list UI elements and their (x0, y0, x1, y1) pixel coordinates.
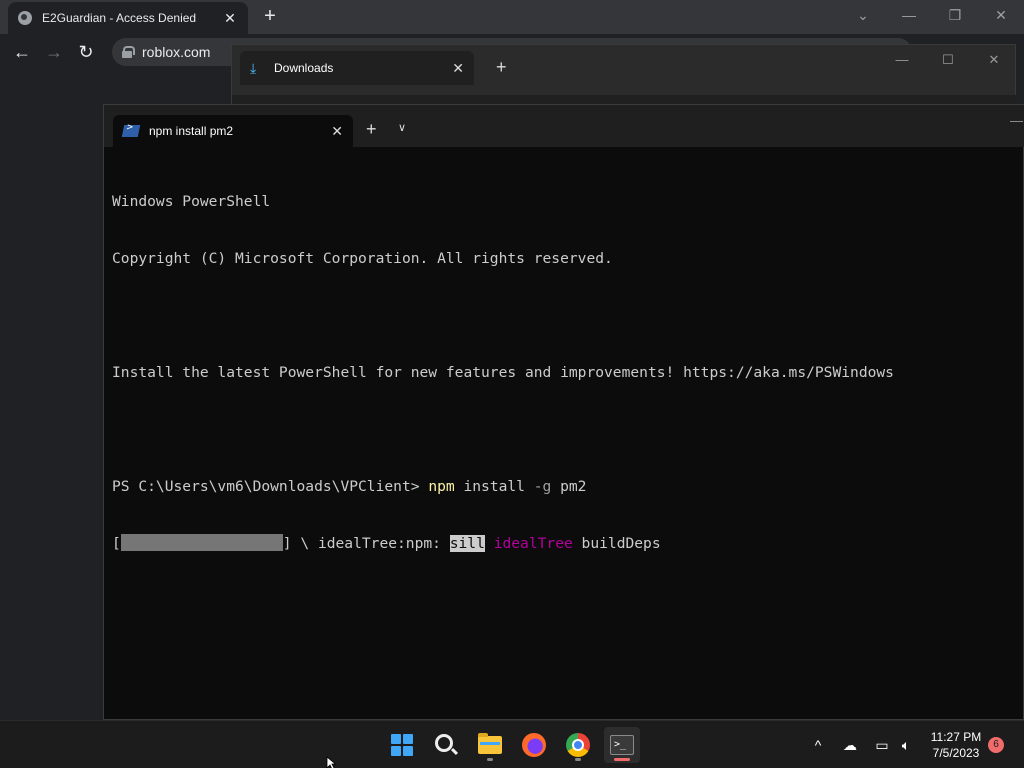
folder-icon (478, 733, 502, 754)
close-tab-icon[interactable]: ✕ (452, 60, 464, 77)
minimize-button[interactable]: — (880, 49, 924, 75)
command-name: npm (428, 478, 455, 495)
restore-button[interactable]: ❐ (932, 4, 978, 30)
volume-icon[interactable]: 🔈︎ (896, 735, 916, 755)
minimize-button[interactable]: — (1010, 113, 1023, 128)
chrome-button[interactable] (560, 727, 596, 763)
firefox-button[interactable] (516, 727, 552, 763)
reload-icon[interactable]: ↻ (74, 40, 98, 64)
command-args: install (454, 478, 534, 495)
clock-date: 7/5/2023 (932, 746, 980, 760)
command-package: pm2 (551, 478, 587, 495)
terminal-tab[interactable]: npm install pm2 ✕ (113, 115, 353, 147)
terminal-icon: >_ (610, 735, 634, 755)
close-window-button[interactable]: ✕ (978, 4, 1024, 30)
tab-search-icon[interactable]: ⌄ (840, 4, 886, 30)
progress-bar (120, 534, 283, 551)
maximize-button[interactable]: ☐ (926, 49, 970, 75)
progress-line: [ ] \ idealTree:npm: sill idealTree build… (112, 534, 1017, 553)
search-button[interactable] (428, 727, 464, 763)
lock-icon[interactable] (122, 46, 135, 58)
explorer-tab[interactable]: ⤓ Downloads ✕ (240, 51, 474, 85)
new-tab-button[interactable]: + (258, 5, 282, 29)
explorer-tab-title: Downloads (274, 61, 334, 75)
focused-indicator (614, 758, 630, 761)
output-line: Windows PowerShell (112, 193, 271, 210)
terminal-tab-strip: npm install pm2 ✕ + ∨ — (104, 105, 1024, 147)
running-indicator (487, 758, 493, 761)
firefox-icon (522, 733, 546, 757)
chevron-down-icon[interactable]: ∨ (398, 121, 406, 134)
command-flag: -g (533, 478, 552, 495)
log-task: buildDeps (572, 535, 661, 552)
cloud-offline-icon[interactable]: ☁ (840, 735, 860, 755)
chrome-tab-strip: E2Guardian - Access Denied ✕ + ⌄ — ❐ ✕ (0, 0, 1024, 34)
chevron-up-icon[interactable]: ^ (808, 735, 828, 755)
log-level: sill (449, 535, 485, 552)
running-indicator (575, 758, 581, 761)
windows-logo-icon (391, 734, 413, 756)
close-window-button[interactable]: ✕ (972, 49, 1016, 75)
chrome-tab-title: E2Guardian - Access Denied (42, 11, 197, 25)
desktop: E2Guardian - Access Denied ✕ + ⌄ — ❐ ✕ ←… (0, 0, 1024, 768)
url-text: roblox.com (142, 44, 211, 60)
chrome-tab[interactable]: E2Guardian - Access Denied ✕ (8, 2, 248, 34)
start-button[interactable] (384, 727, 420, 763)
forward-icon[interactable]: → (42, 40, 66, 64)
download-icon: ⤓ (250, 60, 257, 76)
new-tab-button[interactable]: + (366, 119, 377, 140)
close-tab-icon[interactable]: ✕ (222, 10, 238, 26)
command-line: PS C:\Users\vm6\Downloads\VPClient> npm … (112, 477, 1017, 496)
network-icon[interactable]: ▭ (872, 735, 892, 755)
prompt: PS C:\Users\vm6\Downloads\VPClient> (112, 478, 429, 495)
file-explorer-button[interactable] (472, 727, 508, 763)
terminal-output[interactable]: Windows PowerShell Copyright (C) Microso… (112, 154, 1017, 714)
log-stage: idealTree (493, 535, 573, 552)
clock-time: 11:27 PM (930, 730, 982, 744)
globe-icon (18, 11, 32, 25)
search-icon (435, 734, 453, 752)
close-tab-icon[interactable]: ✕ (331, 123, 343, 140)
clock[interactable]: 11:27 PM 7/5/2023 (926, 729, 986, 761)
notification-badge[interactable]: 6 (988, 737, 1004, 753)
taskbar: >_ ^ ☁ ▭ 🔈︎ 11:27 PM 7/5/2023 6 (0, 720, 1024, 768)
mouse-cursor-icon (326, 756, 336, 768)
terminal-tab-title: npm install pm2 (149, 124, 234, 138)
terminal-button[interactable]: >_ (604, 727, 640, 763)
minimize-button[interactable]: — (886, 4, 932, 30)
back-icon[interactable]: ← (10, 40, 34, 64)
new-tab-button[interactable]: + (496, 57, 507, 78)
progress-open: [ (112, 535, 121, 552)
terminal-window: npm install pm2 ✕ + ∨ — Windows PowerShe… (103, 104, 1024, 720)
output-line: Install the latest PowerShell for new fe… (112, 364, 894, 381)
output-line: Copyright (C) Microsoft Corporation. All… (112, 250, 613, 267)
progress-status: ] \ idealTree:npm: (282, 535, 450, 552)
powershell-icon (121, 125, 141, 137)
chrome-icon (566, 733, 590, 757)
